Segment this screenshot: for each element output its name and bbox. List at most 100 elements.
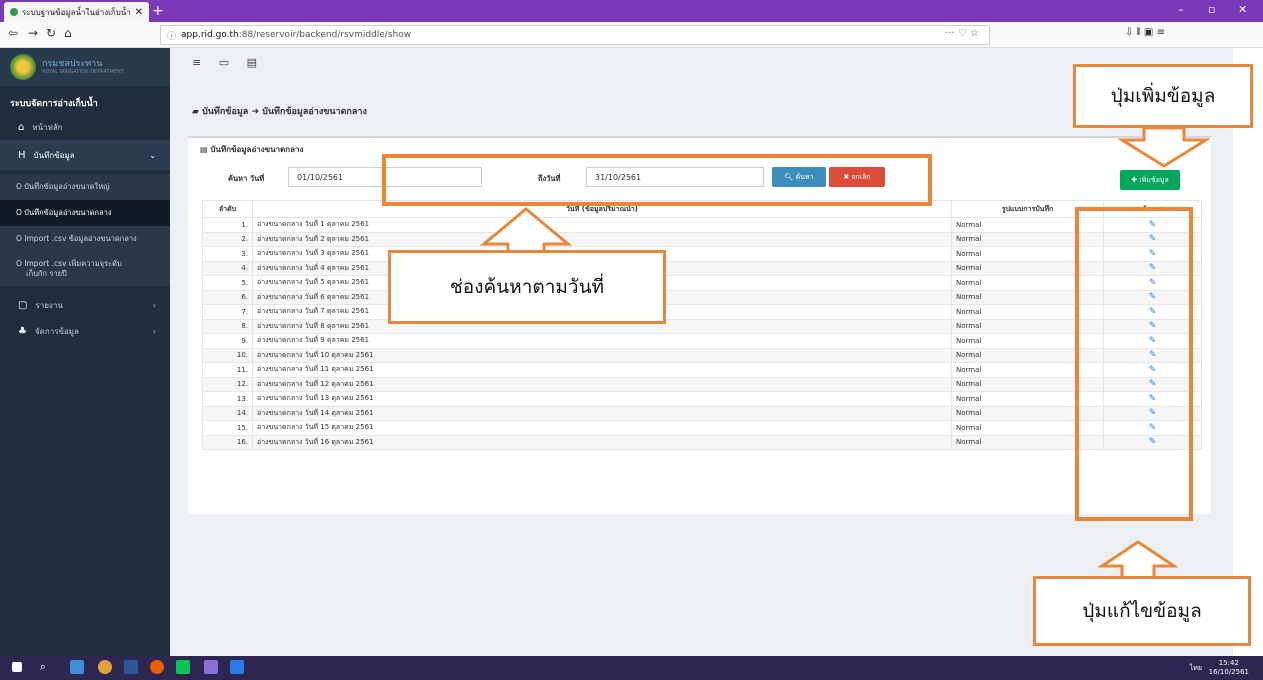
cell-seq: 12. [202,376,253,392]
reload-icon[interactable]: ↻ [46,26,56,40]
org-sub: ROYAL IRRIGATION DEPARTMENT [42,69,124,75]
home-icon: ⌂ [18,121,25,133]
add-data-button[interactable]: ✚ เพิ่มข้อมูล [1120,170,1180,190]
cell-date: อ่างขนาดกลาง วันที่ 9 ตุลาคม 2561 [252,333,952,349]
cell-date: อ่างขนาดกลาง วันที่ 1 ตุลาคม 2561 [252,217,952,233]
cell-date: อ่างขนาดกลาง วันที่ 11 ตุลาคม 2561 [252,362,952,378]
sidebar-subitem-import-capacity[interactable]: O Import .csv เพิ่มความจุระดับ เก็บกัก ร… [0,252,170,286]
line-icon[interactable] [176,660,190,674]
page-actions-icon[interactable]: ··· ♡ ☆ [945,28,979,39]
sidebar-heading: ระบบจัดการอ่างเก็บน้ำ [10,99,98,109]
new-tab-button[interactable]: + [152,2,164,20]
sidebar-item-record[interactable]: H บันทึกข้อมูล ⌄ [0,140,170,170]
monitor-icon[interactable]: ▭ [219,56,229,69]
cell-seq: 10. [202,347,253,363]
cell-seq: 9. [202,333,253,349]
home-icon[interactable]: ⌂ [64,26,72,40]
sitemap-icon: ♣ [18,325,27,337]
table-row: 5. อ่างขนาดกลาง วันที่ 5 ตุลาคม 2561 Norma… [202,275,1202,291]
word-icon[interactable] [124,660,138,674]
sidebar-item-manage[interactable]: ♣ จัดการข้อมูล › [0,320,170,342]
tray-lang: ไทย [1189,664,1202,672]
forward-icon[interactable]: → [28,26,38,40]
cell-date: อ่างขนาดกลาง วันที่ 10 ตุลาคม 2561 [252,347,952,363]
list-icon: ▤ [200,145,211,154]
minimize-icon[interactable]: – [1178,3,1184,16]
tab-close-icon[interactable]: ✕ [135,7,143,18]
department-logo [10,54,36,80]
main-content: ≡ ▭ ▤ ▰ บันทึกข้อมูล ➜ บันทึกข้อมูลอ่างข… [170,48,1233,656]
cell-seq: 15. [202,420,253,436]
cell-seq: 6. [202,289,253,305]
search-highlight-frame [382,154,932,206]
cell-seq: 13. [202,391,253,407]
sidebar-item-home[interactable]: ⌂ หน้าหลัก [0,116,170,138]
toolbar-icons[interactable]: ⇩ ⫴ ▣ ≡ [1125,27,1165,38]
table-row: 16. อ่างขนาดกลาง วันที่ 16 ตุลาคม 2561 Nor… [202,434,1202,450]
sidebar-subitem-medium[interactable]: O บันทึกข้อมูลอ่างขนาดกลาง [0,200,170,226]
cell-date: อ่างขนาดกลาง วันที่ 14 ตุลาคม 2561 [252,405,952,421]
file-explorer-icon[interactable] [70,660,84,674]
browser-tab-bar: ระบบฐานข้อมูลน้ำในอ่างเก็บน้ำ ศร ✕ + – ▫… [0,0,1263,22]
file-icon[interactable]: ▤ [247,56,257,69]
arrow-up-icon [1098,540,1178,580]
vscode-icon[interactable] [230,660,244,674]
annotation-edit: ปุ่มแก้ไขข้อมูล [1033,576,1251,646]
cell-date: อ่างขนาดกลาง วันที่ 15 ตุลาคม 2561 [252,420,952,436]
close-window-icon[interactable]: ✕ [1238,3,1247,16]
site-favicon-icon [10,8,18,16]
table-row: 15. อ่างขนาดกลาง วันที่ 15 ตุลาคม 2561 Nor… [202,420,1202,436]
browser-tab[interactable]: ระบบฐานข้อมูลน้ำในอ่างเก็บน้ำ ศร ✕ [4,2,149,22]
cell-seq: 2. [202,231,253,247]
plus-icon: ✚ [1131,176,1140,184]
edit-highlight-frame [1075,207,1193,521]
search-icon[interactable]: ⌕ [40,660,54,674]
table-row: 9. อ่างขนาดกลาง วันที่ 9 ตุลาคม 2561 Norma… [202,333,1202,349]
table-row: 8. อ่างขนาดกลาง วันที่ 8 ตุลาคม 2561 Norma… [202,318,1202,334]
table-row: 11. อ่างขนาดกลาง วันที่ 11 ตุลาคม 2561 Nor… [202,362,1202,378]
search-from-label: ค้นหา วันที่ [228,174,265,183]
firefox-icon[interactable] [150,660,164,674]
table-row: 7. อ่างขนาดกลาง วันที่ 7 ตุลาคม 2561 Norma… [202,304,1202,320]
cell-seq: 4. [202,260,253,276]
chevron-right-icon: › [152,300,156,310]
logo-row: กรมชลประทาน ROYAL IRRIGATION DEPARTMENT [0,48,170,86]
col-seq: ลำดับ [202,200,253,218]
sidebar-item-label: บันทึกข้อมูล [33,150,75,160]
table-row: 14. อ่างขนาดกลาง วันที่ 14 ตุลาคม 2561 Nor… [202,405,1202,421]
info-icon[interactable]: ⓘ [167,29,176,42]
address-bar[interactable]: ⓘ app.rid.go.th :88/reservoir/backend/rs… [160,25,990,45]
cell-seq: 14. [202,405,253,421]
annotation-search: ช่องค้นหาตามวันที่ [388,250,666,324]
cell-date: อ่างขนาดกลาง วันที่ 16 ตุลาคม 2561 [252,434,952,450]
taskbar: ⌕ ไทย 15:42 16/10/2561 [0,656,1263,680]
sidebar-item-label: หน้าหลัก [32,122,63,132]
org-name: กรมชลประทาน [42,59,103,69]
menu-toggle-icon[interactable]: ≡ [192,56,201,69]
app-icon[interactable] [204,660,218,674]
tray-date: 16/10/2561 [1208,668,1249,676]
cell-seq: 3. [202,246,253,262]
arrow-down-icon [1118,126,1210,168]
table-row: 3. อ่างขนาดกลาง วันที่ 3 ตุลาคม 2561 Norma… [202,246,1202,262]
system-tray[interactable]: ไทย 15:42 16/10/2561 [1190,659,1249,677]
breadcrumb-text: บันทึกข้อมูล ➜ บันทึกข้อมูลอ่างขนาดกลาง [202,107,367,117]
sidebar-item-report[interactable]: ▢ รายงาน › [0,294,170,316]
start-icon[interactable] [12,662,22,672]
chrome-icon[interactable] [98,660,112,674]
back-icon[interactable]: ⇦ [8,26,18,40]
top-icons: ≡ ▭ ▤ [192,56,271,69]
tray-time: 15:42 [1218,659,1239,667]
sidebar-subitem-large[interactable]: O บันทึกข้อมูลอ่างขนาดใหญ่ [0,174,170,200]
breadcrumb: ▰ บันทึกข้อมูล ➜ บันทึกข้อมูลอ่างขนาดกลา… [192,104,367,118]
sidebar: กรมชลประทาน ROYAL IRRIGATION DEPARTMENT … [0,48,170,656]
sidebar-item-label: จัดการข้อมูล [34,326,79,336]
table-row: 13. อ่างขนาดกลาง วันที่ 13 ตุลาคม 2561 Nor… [202,391,1202,407]
table-row: 12. อ่างขนาดกลาง วันที่ 12 ตุลาคม 2561 Nor… [202,376,1202,392]
table-row: 10. อ่างขนาดกลาง วันที่ 10 ตุลาคม 2561 Nor… [202,347,1202,363]
sidebar-subitem-import-medium[interactable]: O Import .csv ข้อมูลอ่างขนาดกลาง [0,226,170,252]
report-icon: ▢ [18,299,28,311]
save-icon: H [18,149,26,161]
url-host: app.rid.go.th [181,30,239,40]
maximize-icon[interactable]: ▫ [1208,3,1215,16]
